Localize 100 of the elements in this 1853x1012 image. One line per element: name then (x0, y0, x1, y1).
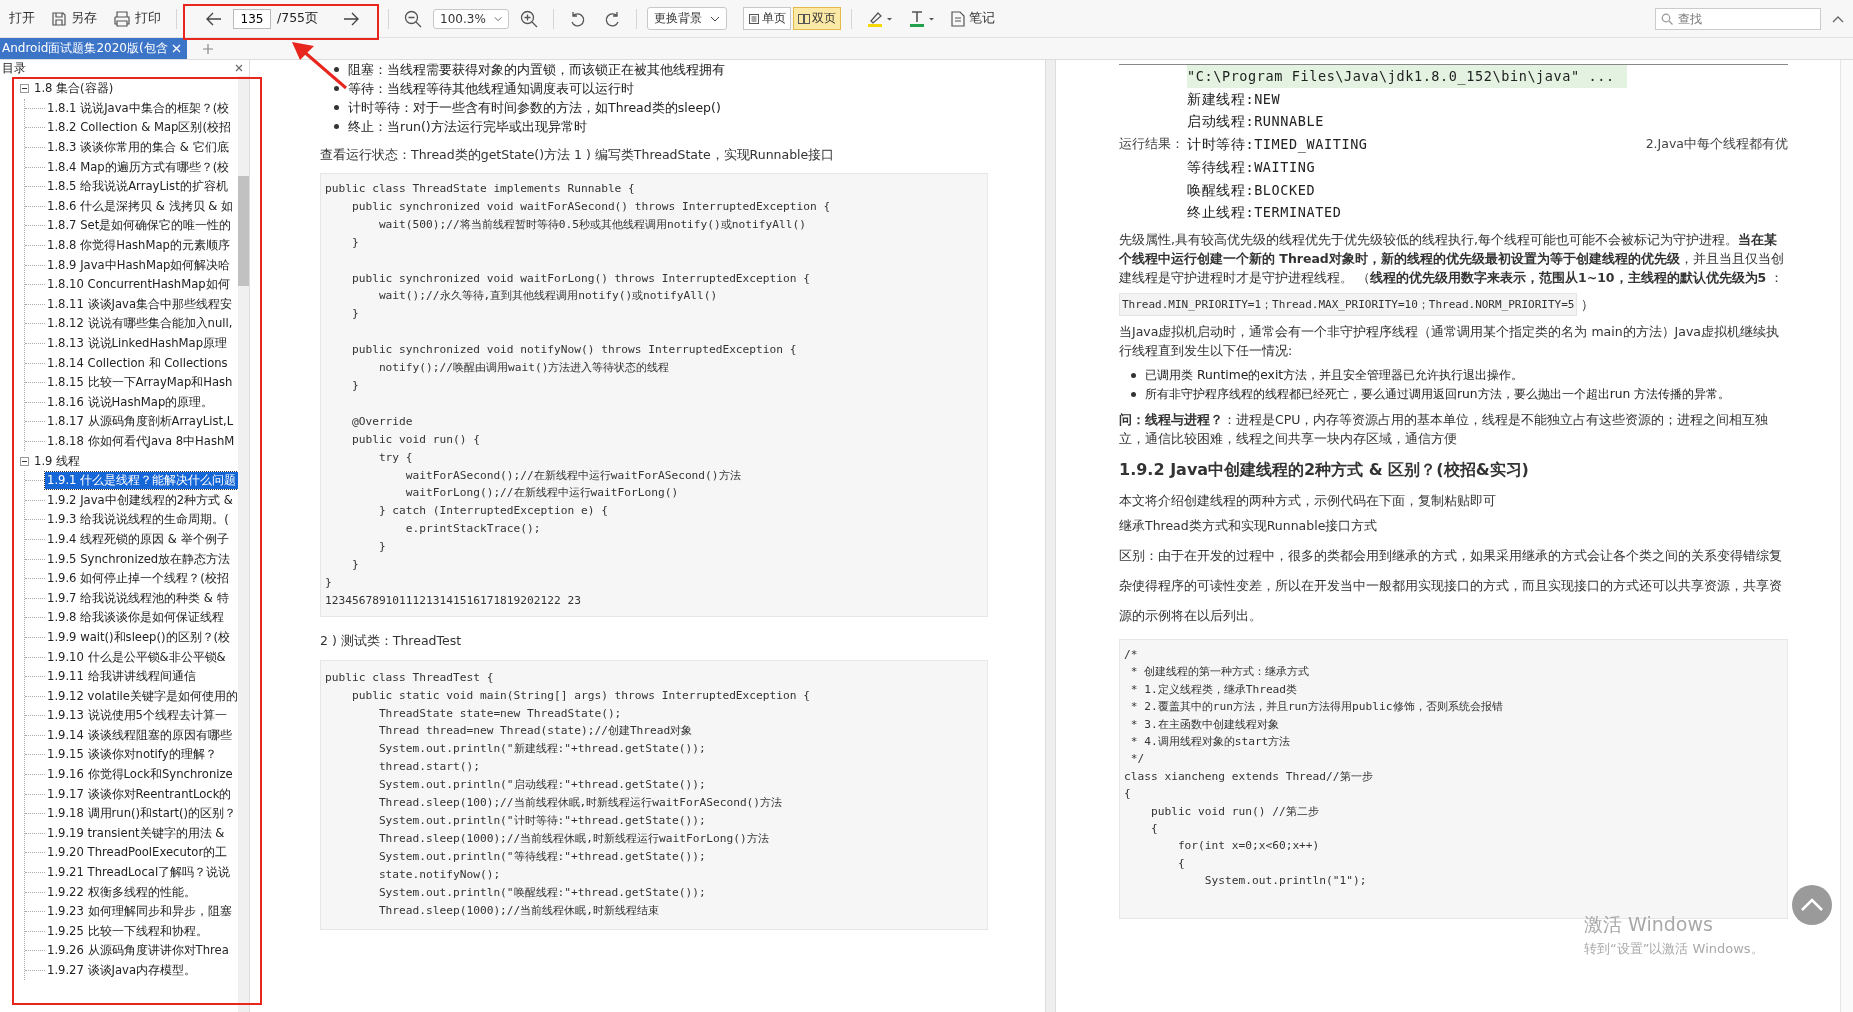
bullet-icon (334, 67, 339, 72)
chevron-up-icon (1800, 898, 1824, 912)
outline-item[interactable]: 1.9.6 如何停止掉一个线程？(校招 (45, 570, 231, 588)
outline-item[interactable]: 1.9.27 谈谈Java内存模型。 (45, 962, 199, 979)
result-label: 运行结果： (1119, 135, 1185, 153)
paragraph: 查看运行状态：Thread类的getState()方法 1 ) 编写类ThreadState，实现Runnable接口 (320, 146, 836, 164)
outline-item[interactable]: 1.8.9 Java中HashMap如何解决哈 (45, 256, 233, 274)
outline-item[interactable]: 1.8.3 谈谈你常用的集合 & 它们底 (45, 139, 231, 157)
outline-item[interactable]: 1.9.17 谈谈你对ReentrantLock的 (45, 785, 234, 803)
outline-item[interactable]: 1.9.19 transient关键字的用法 & (45, 824, 227, 842)
outline-item[interactable]: 1.8.16 说说HashMap的原理。 (45, 393, 216, 411)
outline-item[interactable]: 1.9.7 给我说说线程池的种类 & 特 (45, 589, 231, 607)
outline-item[interactable]: 1.9.11 给我讲讲线程间通信 (45, 668, 198, 686)
paragraph: 先级属性,具有较高优先级的线程优先于优先级较低的线程执行,每个线程可能也可能不会被标记为守护进程。当在某个线程中运行创建一个新的 Thread对象时，新的线程的优先级最初设置为等于创建线程的优先级，并且当且仅当创建线程是守护进程时才是守护进程线程。 （线程的优先级用数字来表示，范围从1~10，主线程的默认优先级为5 ： (1119, 230, 1785, 287)
outline-item[interactable]: 1.9.8 给我谈谈你是如何保证线程 (45, 609, 227, 627)
paragraph: ） (1581, 295, 1595, 314)
outline-item[interactable]: 1.9.26 从源码角度讲讲你对Threa (45, 942, 231, 960)
search-field[interactable]: 查找 (1655, 7, 1821, 30)
bullet-icon (1131, 372, 1136, 378)
bullet-icon (334, 86, 339, 91)
scroll-to-top-button[interactable] (1792, 885, 1832, 925)
chevron-up-icon (1832, 14, 1844, 23)
outline-item[interactable]: 1.8.6 什么是深拷贝 & 浅拷贝 & 如 (45, 197, 235, 215)
open-button[interactable]: 打开 (4, 7, 40, 30)
outline-item[interactable]: 1.8.11 谈谈Java集合中那些线程安 (45, 295, 235, 313)
plus-icon (201, 42, 214, 55)
scrollbar-thumb[interactable] (238, 176, 249, 286)
outline-item[interactable]: 1.8.10 ConcurrentHashMap如何 (45, 276, 232, 294)
note-icon (951, 10, 966, 27)
sidebar-title: 目录 (2, 59, 26, 77)
zoom-in-icon (520, 9, 539, 28)
outline-item[interactable]: 1.9.21 ThreadLocal了解吗？说说 (45, 864, 233, 882)
page-total: /755页 (277, 10, 319, 27)
outline-item[interactable]: 1.8.14 Collection 和 Collections (45, 354, 230, 372)
paragraph: 2.Java中每个线程都有优 (1645, 135, 1788, 153)
save-icon (51, 10, 67, 27)
list-item: 所有非守护程序线程的线程都已经死亡，要么通过调用返回run方法，要么抛出一个超出run 方法传播的异常。 (1145, 385, 1731, 403)
close-icon[interactable] (235, 64, 243, 72)
outline-item[interactable]: 1.9.20 ThreadPoolExecutor的工 (45, 844, 230, 862)
outline-item[interactable]: 1.9.2 Java中创建线程的2种方式 & (45, 491, 235, 509)
outline-item[interactable]: 1.9.13 说说使用5个线程去计算一 (45, 707, 229, 725)
outline-item[interactable]: 1.8.12 说说有哪些集合能加入null, (45, 315, 235, 333)
outline-item[interactable]: 1.8.8 你觉得HashMap的元素顺序 (45, 237, 232, 255)
view-mode-button[interactable]: 单页 (743, 7, 792, 30)
outline-item[interactable]: 1.9.16 你觉得Lock和Synchronize (45, 766, 235, 784)
view-mode-button[interactable]: 双页 (793, 7, 842, 30)
list-item: 终止：当run()方法运行完毕或出现异常时 (348, 117, 587, 136)
zoom-select[interactable]: 100.3% (433, 8, 510, 29)
background-select[interactable]: 更换背景 (647, 7, 728, 30)
outline-item[interactable]: 1.9.18 调用run()和start()的区别？ (45, 805, 238, 823)
outline-item[interactable]: 1.8.1 说说Java中集合的框架？(校 (45, 99, 232, 117)
outline-item[interactable]: 1.9.14 谈谈线程阻塞的原因有哪些 (45, 726, 234, 744)
print-button[interactable]: 打印 (108, 7, 166, 30)
outline-item[interactable]: 1.8.18 你如何看代Java 8中HashM (45, 433, 237, 450)
outline-item[interactable]: 1.9.4 线程死锁的原因 & 举个例子 (45, 530, 231, 548)
outline-item[interactable]: 1.8.4 Map的遍历方式有哪些？(校 (45, 158, 232, 176)
outline-item[interactable]: 1.9.10 什么是公平锁&非公平锁& (45, 648, 228, 666)
paragraph: 本文将介绍创建线程的两种方式，示例代码在下面，复制粘贴即可 (1119, 491, 1497, 510)
outline-item[interactable]: 1.8 集合(容器) (32, 80, 116, 98)
outline-item[interactable]: 1.9.15 谈谈你对notify的理解？ (45, 746, 219, 764)
outline-item[interactable]: 1.8.17 从源码角度剖析ArrayList,L (45, 413, 236, 431)
print-icon (113, 10, 131, 27)
outline-item[interactable]: 1.9.9 wait()和sleep()的区别？(校 (45, 628, 233, 646)
outline-item[interactable]: 1.9.3 给我说说线程的生命周期。( (45, 511, 231, 529)
save-button[interactable]: 另存 (46, 7, 102, 30)
outline-item[interactable]: 1.8.5 给我说说ArrayList的扩容机 (45, 178, 230, 196)
outline-item[interactable]: 1.9 线程 (32, 452, 83, 470)
double-page-icon (798, 12, 811, 25)
list-item: 计时等待：对于一些含有时间参数的方法，如Thread类的sleep() (348, 98, 721, 117)
code-block: public class ThreadState implements Runnable { public synchronized void waitForASecond() throws InterruptedException { wait(500);//将当前线程暂时等待0.5秒或其他线程调用notify()或notifyAll() } public synchronized void waitForLong() throws InterruptedException { wait();//永久等待,直到其他线程调用notify()或notifyAll() } public synchronized void notifyNow() throws InterruptedException { notify();//唤醒由调用wait()方法进入等待状态的线程 } @Override public void run() { try { waitForASecond();//在新线程中运行waitForASecond()方法 waitForLong();//在新线程中运行waitForLong() } catch (InterruptedException e) { e.printStackTrace(); } } } 12345678910111213141516171819202122 23 (320, 173, 988, 617)
outline-item[interactable]: 1.9.1 什么是线程？能解决什么问题 (45, 472, 238, 490)
paragraph: 区别：由于在开发的过程中，很多的类都会用到继承的方式，如果采用继承的方式会让各个类之间的关系变得错综复杂使得程序的可读性变差，所以在开发当中一般都用实现接口的方式，而且实现接口的方式还可以共享资源，共享资源的示例将在以后列出。 (1119, 546, 1783, 625)
page-number-field[interactable]: 135 (233, 8, 271, 29)
outline-item[interactable]: 1.8.13 说说LinkedHashMap原理 (45, 335, 230, 352)
code-block: public class ThreadTest { public static void main(String[] args) throws InterruptedException { ThreadState state=new ThreadState(); Thread thread=new Thread(state);//创建Thread对象 System.out.println("新建线程:"+thread.getState()); thread.start(); System.out.println("启动线程:"+thread.getState()); Thread.sleep(100);//当前线程休眠,时新线程运行waitForASecond()方法 System.out.println("计时等待:"+thread.getState()); Thread.sleep(1000);//当前线程休眠,时新线程运行waitForLong()方法 System.out.println("等待线程:"+thread.getState()); state.notifyNow(); System.out.println("唤醒线程:"+thread.getState()); Thread.sleep(1000);//当前线程休眠,时新线程结束 (320, 659, 988, 930)
activation-notice-text: 转到“设置”以激活 Windows。 (1584, 940, 1764, 958)
outline-item[interactable]: 1.9.23 如何理解同步和异步，阻塞 (45, 903, 234, 921)
outline-item[interactable]: 1.8.2 Collection & Map区别(校招 (45, 119, 233, 137)
collapse-icon[interactable] (20, 456, 29, 466)
collapse-icon[interactable] (20, 84, 29, 94)
outline-item[interactable]: 1.8.7 Set是如何确保它的唯一性的 (45, 217, 234, 235)
single-page-icon (748, 12, 761, 25)
outline-item[interactable]: 1.9.12 volatile关键字是如何使用的 (45, 687, 238, 705)
left-arrow-icon (206, 11, 222, 26)
document-tab[interactable]: Android面试题集2020版(包含 (0, 38, 187, 59)
text-color-icon (909, 9, 936, 28)
bullet-icon (1131, 391, 1136, 397)
outline-item[interactable]: 1.9.25 比较一下线程和协程。 (45, 922, 210, 940)
console-output: "C:\Program Files\Java\jdk1.8.0_152\bin\java" ... 新建线程:NEW 启动线程:RUNNABLE 计时等待:TIMED_WAITING 等待线程:WAITING 唤醒线程:BLOCKED 终止线程:TERMINATED (1187, 65, 1627, 224)
list-item: 阻塞：当线程需要获得对象的内置锁，而该锁正在被其他线程拥有 (348, 60, 725, 79)
paragraph: 2 ) 测试类：ThreadTest (320, 631, 463, 650)
caret-icon (493, 15, 503, 22)
bullet-icon (334, 124, 339, 129)
outline-item[interactable]: 1.8.15 比较一下ArrayMap和Hash (45, 374, 235, 392)
paragraph: 继承Thread类方式和实现Runnable接口方式 (1119, 516, 1379, 535)
outline-item[interactable]: 1.9.22 权衡多线程的性能。 (45, 883, 198, 901)
bullet-icon (334, 105, 339, 110)
note-button[interactable]: 笔记 (946, 7, 1001, 30)
annotation-arrow (290, 40, 348, 90)
outline-item[interactable]: 1.9.5 Synchronized放在静态方法 (45, 550, 233, 568)
